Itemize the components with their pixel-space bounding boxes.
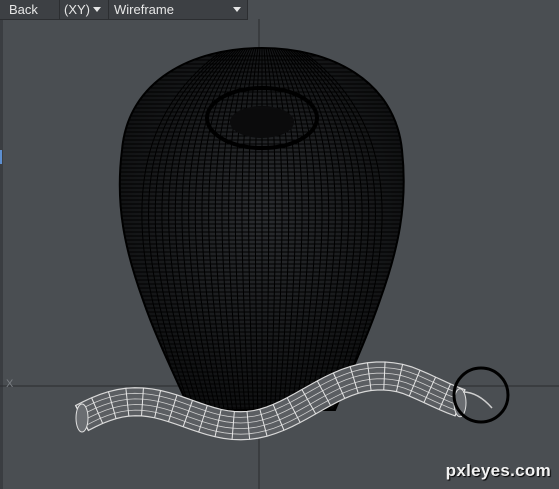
watermark: pxleyes.com	[445, 461, 551, 480]
curve-segment	[462, 391, 493, 409]
view-label: Back	[9, 2, 38, 17]
vase-mesh[interactable]	[110, 47, 410, 411]
wireframe-canvas[interactable]	[0, 0, 559, 489]
view-dropdown[interactable]: Back	[0, 0, 60, 19]
chevron-down-icon	[233, 7, 241, 12]
viewport-toolbar: Back (XY) Wireframe	[0, 0, 248, 20]
axis-dropdown[interactable]: (XY)	[60, 0, 109, 19]
modeler-viewport[interactable]: Back (XY) Wireframe X pxleyes.com	[0, 0, 559, 489]
x-axis-label: X	[6, 378, 14, 390]
axis-label: (XY)	[64, 2, 90, 17]
render-mode-label: Wireframe	[114, 2, 174, 17]
vase-opening-inner	[230, 106, 294, 138]
tube-cap	[75, 403, 89, 433]
render-mode-dropdown[interactable]: Wireframe	[109, 0, 248, 19]
chevron-down-icon	[93, 7, 101, 12]
